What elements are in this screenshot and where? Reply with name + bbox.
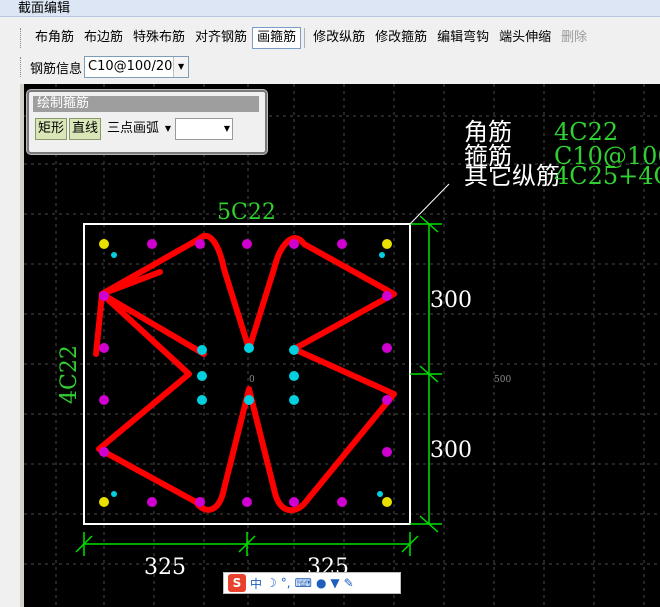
window-titlebar: 截面编辑	[0, 0, 660, 17]
modify-stirrup-button[interactable]: 修改箍筋	[370, 27, 432, 49]
arc-mode-label: 三点画弧	[107, 121, 160, 136]
leader-line	[409, 183, 450, 225]
modify-longitudinal-button[interactable]: 修改纵筋	[308, 27, 370, 49]
special-rebar-button[interactable]: 特殊布筋	[128, 27, 190, 49]
punctuation-icon[interactable]: °,	[281, 576, 291, 590]
wrench-icon[interactable]: ✎	[344, 576, 354, 590]
stirrup-leg	[99, 291, 207, 357]
rebar-info-label: 钢筋信息	[30, 61, 83, 77]
align-rebar-button[interactable]: 对齐钢筋	[190, 27, 252, 49]
dim-right-top: 300	[430, 288, 472, 313]
toolbar-grip[interactable]	[20, 57, 24, 77]
moon-icon[interactable]: ☽	[266, 576, 277, 590]
dim-right-bottom: 300	[430, 438, 472, 463]
sogou-logo-icon[interactable]: S	[228, 574, 246, 592]
rebar-info-select[interactable]: C10@100/200 ▼	[84, 56, 190, 78]
chevron-down-icon[interactable]: ▼	[173, 57, 189, 77]
chevron-down-icon: ▼	[223, 124, 231, 133]
rectangle-mode-button[interactable]: 矩形	[35, 118, 68, 140]
panel-controls: 矩形 直线 三点画弧 ▼ ▼	[35, 118, 234, 140]
dim-bottom-left: 325	[144, 555, 186, 580]
window-title: 截面编辑	[18, 1, 71, 16]
ime-toolbar: S 中 ☽ °, ⌨ ● ▼ ✎	[223, 572, 401, 594]
left-rebar-label: 4C22	[57, 345, 82, 404]
user-icon[interactable]: ●	[316, 576, 326, 590]
top-rebar-label: 5C22	[217, 200, 276, 225]
main-toolbar: 布角筋 布边筋 特殊布筋 对齐钢筋 画箍筋 修改纵筋 修改箍筋 编辑弯钩 端头伸…	[20, 26, 660, 50]
draw-stirrup-button[interactable]: 画箍筋	[252, 27, 302, 49]
keyboard-icon[interactable]: ⌨	[295, 576, 312, 590]
legend-other-value: 4C25+4C1	[554, 162, 660, 190]
section-drawing: 5C22 4C22 300 300 325 325 0 500 角筋 4C22 …	[24, 84, 660, 607]
ime-language[interactable]: 中	[250, 575, 262, 592]
stirrup-paths	[93, 232, 397, 514]
toolbar-separator	[304, 28, 306, 48]
place-corner-rebar-button[interactable]: 布角筋	[30, 27, 79, 49]
stirrup-draw-panel: 绘制箍筋 矩形 直线 三点画弧 ▼ ▼	[27, 90, 267, 154]
axis-small-0: 0	[249, 375, 255, 385]
line-mode-button[interactable]: 直线	[69, 118, 102, 140]
shirt-icon[interactable]: ▼	[330, 576, 339, 590]
place-edge-rebar-button[interactable]: 布边筋	[79, 27, 128, 49]
delete-button[interactable]: 删除	[556, 27, 592, 49]
end-extend-button[interactable]: 端头伸缩	[494, 27, 556, 49]
toolbar-grip[interactable]	[20, 28, 24, 48]
chevron-down-icon: ▼	[164, 124, 172, 133]
arc-mode-dropdown[interactable]: 三点画弧 ▼	[103, 119, 173, 139]
legend-other-label: 其它纵筋	[464, 162, 560, 190]
drawing-canvas[interactable]: 5C22 4C22 300 300 325 325 0 500 角筋 4C22 …	[24, 84, 660, 607]
stirrup-type-select[interactable]: ▼	[175, 118, 234, 140]
panel-title[interactable]: 绘制箍筋	[33, 96, 259, 112]
section-outline	[83, 223, 411, 525]
rebar-info-value: C10@100/200	[88, 59, 181, 74]
rebar-info-toolbar: 钢筋信息 C10@100/200 ▼	[20, 54, 190, 80]
edit-hook-button[interactable]: 编辑弯钩	[432, 27, 494, 49]
axis-small-500: 500	[494, 375, 511, 385]
